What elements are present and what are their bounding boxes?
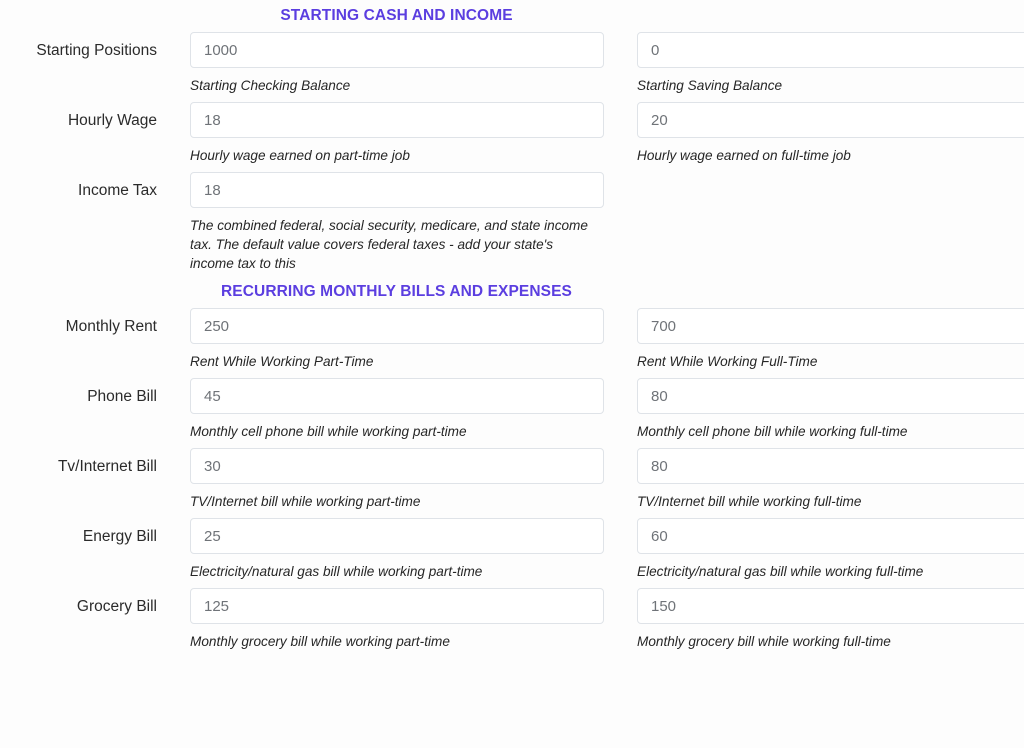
help-starting-checking-balance: Starting Checking Balance [190, 78, 351, 93]
input-monthly-rent-part-time[interactable] [190, 308, 604, 344]
field-label-cell-phone-bill: Phone Bill [0, 378, 157, 407]
input-starting-checking-balance[interactable] [190, 32, 604, 68]
field-row-monthly-rent: Monthly Rent Rent While Working Part-Tim… [0, 301, 1024, 371]
field-col-left-tv-internet-bill: TV/Internet bill while working part-time [157, 448, 604, 511]
help-monthly-rent-full-time: Rent While Working Full-Time [637, 354, 818, 369]
field-col-left-grocery-bill: Monthly grocery bill while working part-… [157, 588, 604, 651]
field-col-right-phone-bill: Monthly cell phone bill while working fu… [604, 378, 1024, 441]
field-row-tv-internet-bill: Tv/Internet Bill TV/Internet bill while … [0, 441, 1024, 511]
input-energy-bill-part-time[interactable] [190, 518, 604, 554]
field-label-cell-grocery-bill: Grocery Bill [0, 588, 157, 617]
settings-form-page: STARTING CASH AND INCOME Starting Positi… [0, 0, 1024, 748]
input-tv-internet-bill-part-time[interactable] [190, 448, 604, 484]
field-label-cell-monthly-rent: Monthly Rent [0, 308, 157, 337]
field-col-right-tv-internet-bill: TV/Internet bill while working full-time [604, 448, 1024, 511]
input-tv-internet-bill-full-time[interactable] [637, 448, 1024, 484]
field-col-right-hourly-wage: Hourly wage earned on full-time job [604, 102, 1024, 165]
help-hourly-wage-part-time: Hourly wage earned on part-time job [190, 148, 410, 163]
field-col-left-income-tax: The combined federal, social security, m… [157, 172, 604, 273]
field-label-cell-starting-positions: Starting Positions [0, 32, 157, 61]
field-col-left-energy-bill: Electricity/natural gas bill while worki… [157, 518, 604, 581]
field-label-grocery-bill: Grocery Bill [76, 598, 157, 615]
field-row-hourly-wage: Hourly Wage Hourly wage earned on part-t… [0, 95, 1024, 165]
section-recurring-monthly-bills-and-expenses: RECURRING MONTHLY BILLS AND EXPENSES Mon… [0, 273, 1024, 651]
help-tv-internet-bill-part-time: TV/Internet bill while working part-time [190, 494, 421, 509]
field-label-hourly-wage: Hourly Wage [67, 112, 157, 129]
input-phone-bill-full-time[interactable] [637, 378, 1024, 414]
field-label-starting-positions: Starting Positions [36, 42, 157, 59]
help-energy-bill-part-time: Electricity/natural gas bill while worki… [190, 564, 483, 579]
field-label-income-tax: Income Tax [78, 182, 157, 199]
field-row-income-tax: Income Tax The combined federal, social … [0, 165, 1024, 273]
field-col-left-starting-positions: Starting Checking Balance [157, 32, 604, 95]
field-label-cell-hourly-wage: Hourly Wage [0, 102, 157, 131]
input-hourly-wage-full-time[interactable] [637, 102, 1024, 138]
help-starting-saving-balance: Starting Saving Balance [637, 78, 783, 93]
input-monthly-rent-full-time[interactable] [637, 308, 1024, 344]
help-grocery-bill-part-time: Monthly grocery bill while working part-… [190, 634, 450, 649]
input-grocery-bill-part-time[interactable] [190, 588, 604, 624]
help-monthly-rent-part-time: Rent While Working Part-Time [190, 354, 374, 369]
help-phone-bill-full-time: Monthly cell phone bill while working fu… [637, 424, 908, 439]
field-label-energy-bill: Energy Bill [82, 528, 157, 545]
section-starting-cash-and-income: STARTING CASH AND INCOME Starting Positi… [0, 0, 1024, 273]
field-col-left-monthly-rent: Rent While Working Part-Time [157, 308, 604, 371]
field-row-starting-positions: Starting Positions Starting Checking Bal… [0, 25, 1024, 95]
section-heading-recurring-monthly-bills-and-expenses: RECURRING MONTHLY BILLS AND EXPENSES [221, 283, 572, 300]
field-col-right-starting-positions: Starting Saving Balance [604, 32, 1024, 95]
input-hourly-wage-part-time[interactable] [190, 102, 604, 138]
input-energy-bill-full-time[interactable] [637, 518, 1024, 554]
input-phone-bill-part-time[interactable] [190, 378, 604, 414]
form-scroll-area: STARTING CASH AND INCOME Starting Positi… [0, 0, 1024, 748]
field-col-right-energy-bill: Electricity/natural gas bill while worki… [604, 518, 1024, 581]
field-row-grocery-bill: Grocery Bill Monthly grocery bill while … [0, 581, 1024, 651]
help-grocery-bill-full-time: Monthly grocery bill while working full-… [637, 634, 891, 649]
field-label-phone-bill: Phone Bill [87, 388, 157, 405]
input-starting-saving-balance[interactable] [637, 32, 1024, 68]
field-label-tv-internet-bill: Tv/Internet Bill [57, 458, 157, 475]
field-col-right-grocery-bill: Monthly grocery bill while working full-… [604, 588, 1024, 651]
field-col-right-monthly-rent: Rent While Working Full-Time [604, 308, 1024, 371]
input-grocery-bill-full-time[interactable] [637, 588, 1024, 624]
field-label-cell-tv-internet-bill: Tv/Internet Bill [0, 448, 157, 477]
help-income-tax: The combined federal, social security, m… [190, 218, 588, 271]
field-row-energy-bill: Energy Bill Electricity/natural gas bill… [0, 511, 1024, 581]
help-tv-internet-bill-full-time: TV/Internet bill while working full-time [637, 494, 862, 509]
help-energy-bill-full-time: Electricity/natural gas bill while worki… [637, 564, 924, 579]
field-label-cell-energy-bill: Energy Bill [0, 518, 157, 547]
field-col-left-hourly-wage: Hourly wage earned on part-time job [157, 102, 604, 165]
help-hourly-wage-full-time: Hourly wage earned on full-time job [637, 148, 851, 163]
input-income-tax[interactable] [190, 172, 604, 208]
field-label-monthly-rent: Monthly Rent [65, 318, 157, 335]
section-heading-starting-cash-and-income: STARTING CASH AND INCOME [280, 7, 513, 24]
help-phone-bill-part-time: Monthly cell phone bill while working pa… [190, 424, 467, 439]
field-col-left-phone-bill: Monthly cell phone bill while working pa… [157, 378, 604, 441]
field-row-phone-bill: Phone Bill Monthly cell phone bill while… [0, 371, 1024, 441]
field-label-cell-income-tax: Income Tax [0, 172, 157, 201]
